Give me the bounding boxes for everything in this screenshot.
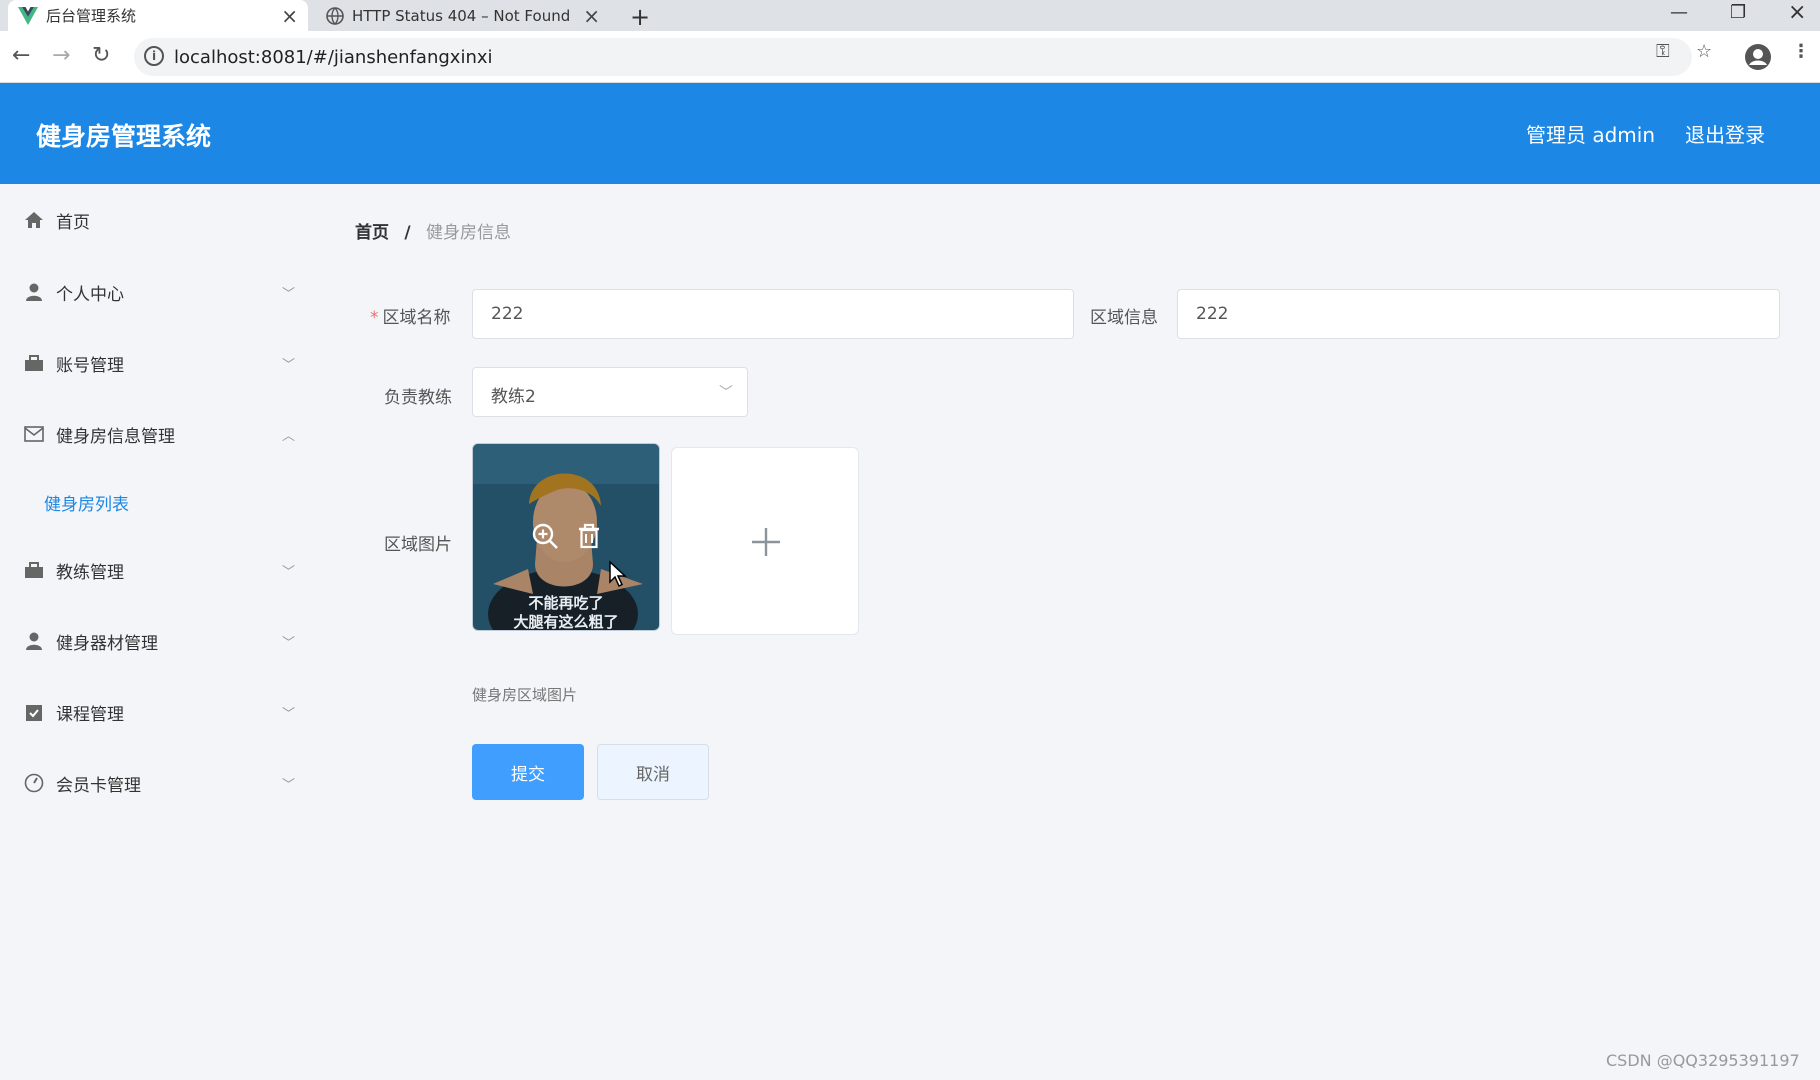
breadcrumb-home[interactable]: 首页 [355, 223, 389, 243]
chevron-down-icon: ﹀ [282, 286, 296, 302]
chevron-up-icon: ︿ [282, 428, 296, 444]
user-icon [26, 283, 42, 301]
url-text[interactable]: localhost:8081/#/jianshenfangxinxi [174, 47, 493, 68]
cancel-button[interactable]: 取消 [597, 744, 709, 800]
briefcase-icon [25, 355, 43, 371]
sidebar-item-label: 首页 [56, 212, 90, 233]
sidebar-item-gym-info[interactable]: 健身房信息管理 ︿ [0, 414, 310, 454]
chevron-down-icon: ﹀ [282, 564, 296, 580]
chevron-down-icon: ﹀ [719, 385, 733, 401]
address-bar[interactable]: i localhost:8081/#/jianshenfangxinxi [134, 38, 1692, 76]
gauge-icon [24, 773, 44, 793]
new-tab-icon[interactable]: + [630, 3, 650, 31]
image-upload-button[interactable] [671, 447, 859, 635]
chevron-down-icon: ﹀ [282, 635, 296, 651]
forward-icon[interactable]: → [52, 43, 70, 68]
app-title: 健身房管理系统 [36, 122, 212, 151]
uploaded-image[interactable]: 不能再吃了 大腿有这么粗了 [472, 443, 660, 631]
area-name-label-text: 区域名称 [382, 308, 451, 328]
sidebar-item-label: 健身器材管理 [56, 633, 158, 654]
close-window-icon[interactable]: × [1788, 0, 1806, 25]
browser-tab[interactable]: HTTP Status 404 – Not Found × [316, 0, 610, 31]
submenu-item-gym-list[interactable]: 健身房列表 [44, 490, 129, 515]
reload-icon[interactable]: ↻ [92, 43, 110, 68]
browser-toolbar: ← → ↻ i localhost:8081/#/jianshenfangxin… [0, 31, 1820, 83]
sidebar-item-label: 健身房信息管理 [56, 426, 175, 447]
tab-title: 后台管理系统 [46, 7, 137, 25]
image-caption-line1: 不能再吃了 [528, 594, 604, 612]
sidebar-item-equipment[interactable]: 健身器材管理 ﹀ [0, 621, 310, 661]
restore-icon[interactable]: ❐ [1730, 2, 1746, 23]
browser-tab-active[interactable]: 后台管理系统 × [8, 0, 308, 31]
app-header: 健身房管理系统 管理员 admin 退出登录 [0, 83, 1820, 184]
close-icon[interactable]: × [281, 6, 298, 26]
admin-label: 管理员 admin [1526, 123, 1656, 147]
more-icon[interactable]: ⋮ [1792, 41, 1810, 62]
watermark: CSDN @QQ3295391197 [1606, 1051, 1800, 1070]
sidebar-item-label: 教练管理 [56, 562, 124, 583]
delete-icon[interactable] [575, 522, 603, 550]
user-icon [26, 632, 42, 650]
image-caption-line2: 大腿有这么粗了 [513, 613, 619, 631]
submit-button[interactable]: 提交 [472, 744, 584, 800]
area-name-label: * 区域名称 [370, 303, 451, 328]
chevron-down-icon: ﹀ [282, 706, 296, 722]
close-icon[interactable]: × [583, 6, 600, 26]
sidebar-item-label: 课程管理 [56, 704, 124, 725]
image-hint: 健身房区域图片 [472, 686, 578, 704]
star-icon[interactable]: ☆ [1696, 41, 1712, 62]
sidebar-item-membership-card[interactable]: 会员卡管理 ﹀ [0, 763, 310, 803]
breadcrumb-current: 健身房信息 [426, 223, 512, 243]
minimize-icon[interactable]: — [1670, 2, 1688, 23]
sidebar-item-home[interactable]: 首页 [0, 200, 310, 240]
required-marker: * [370, 308, 379, 328]
mail-icon [24, 426, 44, 442]
breadcrumb-separator: / [404, 223, 411, 243]
globe-icon [326, 6, 344, 25]
sidebar-item-account[interactable]: 账号管理 ﹀ [0, 343, 310, 383]
chevron-down-icon: ﹀ [282, 777, 296, 793]
area-info-label: 区域信息 [1090, 308, 1158, 328]
briefcase-icon [25, 562, 43, 578]
account-icon[interactable] [1744, 43, 1772, 71]
mouse-cursor-icon [609, 560, 627, 588]
coach-select-value: 教练2 [491, 387, 536, 407]
image-label: 区域图片 [384, 535, 452, 555]
coach-label: 负责教练 [384, 388, 452, 408]
sidebar-item-course[interactable]: 课程管理 ﹀ [0, 692, 310, 732]
browser-tab-strip: 后台管理系统 × HTTP Status 404 – Not Found × +… [0, 0, 1820, 31]
area-name-input[interactable] [472, 289, 1074, 339]
sidebar-item-personal-center[interactable]: 个人中心 ﹀ [0, 272, 310, 312]
home-icon [25, 212, 43, 228]
key-icon[interactable]: ⚿ [1656, 41, 1670, 62]
back-icon[interactable]: ← [12, 43, 30, 68]
vue-logo-icon [18, 6, 38, 25]
sidebar-item-coach[interactable]: 教练管理 ﹀ [0, 550, 310, 590]
logout-button[interactable]: 退出登录 [1685, 119, 1765, 148]
chevron-down-icon: ﹀ [282, 357, 296, 373]
sidebar-item-label: 个人中心 [56, 284, 124, 305]
area-info-input[interactable] [1177, 289, 1780, 339]
info-icon[interactable]: i [144, 46, 164, 66]
breadcrumb: 首页 / 健身房信息 [355, 218, 511, 243]
clipboard-icon [26, 705, 42, 721]
coach-select[interactable]: 教练2 ﹀ [472, 367, 748, 417]
plus-icon [752, 528, 780, 556]
zoom-in-icon[interactable] [531, 522, 559, 550]
tab-title: HTTP Status 404 – Not Found [352, 6, 571, 25]
sidebar-item-label: 账号管理 [56, 355, 124, 376]
sidebar-item-label: 会员卡管理 [56, 775, 141, 796]
